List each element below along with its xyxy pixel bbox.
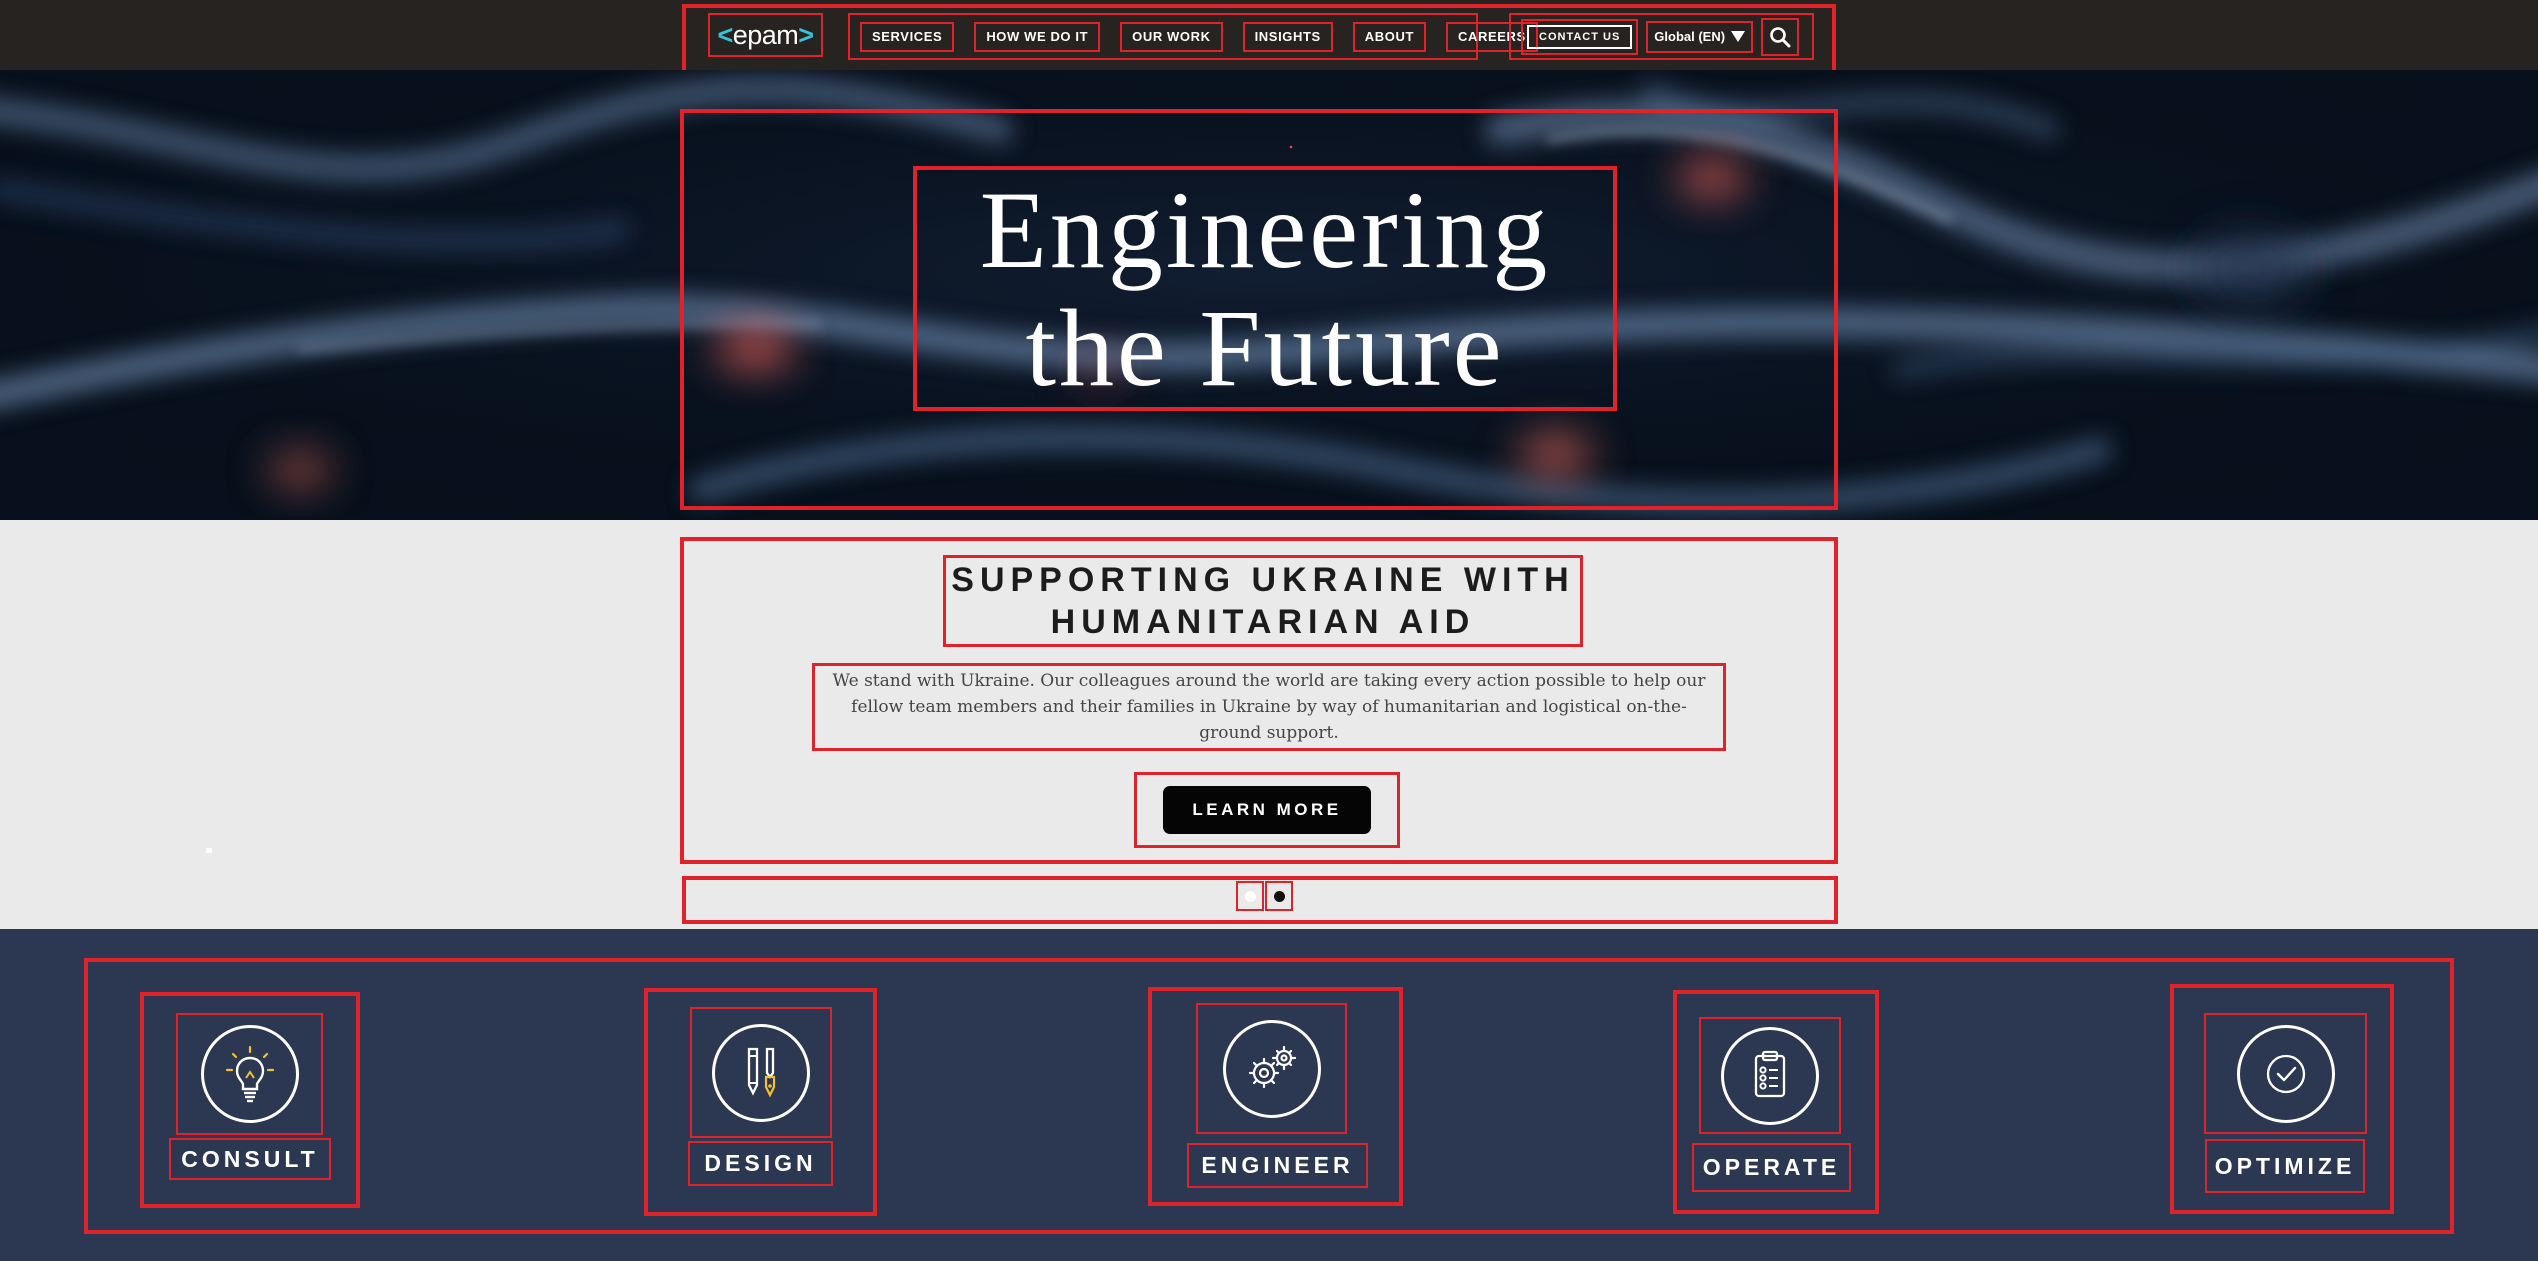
carousel-dot-2[interactable]: [1265, 881, 1293, 911]
ukraine-description: We stand with Ukraine. Our colleagues ar…: [812, 663, 1726, 751]
nav-about[interactable]: ABOUT: [1352, 21, 1427, 52]
stray-pixel-mark: [206, 848, 212, 853]
logo-left-bracket: <: [717, 19, 733, 50]
design-circle: [712, 1023, 810, 1122]
operate-icon-box: [1699, 1017, 1841, 1134]
nav-services[interactable]: SERVICES: [860, 21, 955, 52]
dot-inactive-icon: [1244, 890, 1256, 902]
carousel-dot-1[interactable]: [1236, 881, 1264, 911]
language-label: Global (EN): [1654, 29, 1726, 44]
contact-us-label: CONTACT US: [1527, 24, 1633, 49]
logo-right-bracket: >: [798, 19, 814, 50]
hero-title-box: Engineering the Future: [913, 166, 1617, 411]
pencil-pen-icon: [747, 1047, 776, 1097]
ukraine-heading-line-1: SUPPORTING UKRAINE WITH: [951, 561, 1575, 599]
main-nav: SERVICES HOW WE DO IT OUR WORK INSIGHTS …: [848, 13, 1538, 60]
hero-title-line-2: the Future: [1025, 286, 1505, 409]
header-utilities: CONTACT US Global (EN): [1509, 13, 1814, 60]
language-selector[interactable]: Global (EN): [1646, 20, 1754, 53]
search-button[interactable]: [1761, 17, 1800, 56]
gears-icon: [1248, 1045, 1296, 1088]
checkmark-icon: [2266, 1054, 2305, 1093]
nav-our-work[interactable]: OUR WORK: [1120, 21, 1223, 52]
consult-icon-box: [176, 1013, 323, 1135]
design-label: DESIGN: [688, 1141, 833, 1186]
dropdown-triangle-icon: [1731, 31, 1746, 42]
ukraine-heading-line-2: HUMANITARIAN AID: [1050, 603, 1476, 641]
engineer-circle: [1222, 1019, 1321, 1118]
operate-label: OPERATE: [1692, 1143, 1851, 1192]
clipboard-icon: [1754, 1050, 1786, 1097]
learn-more-frame: LEARN MORE: [1134, 772, 1400, 848]
ukraine-heading: SUPPORTING UKRAINE WITH HUMANITARIAN AID: [943, 555, 1583, 647]
lightbulb-icon: [225, 1045, 274, 1103]
engineer-icon-box: [1196, 1003, 1347, 1134]
dot-active-icon: [1273, 890, 1285, 902]
logo-text: epam: [732, 19, 799, 50]
nav-how-we-do-it[interactable]: HOW WE DO IT: [974, 21, 1101, 52]
hero-title: Engineering the Future: [980, 171, 1551, 407]
consult-label: CONSULT: [169, 1138, 331, 1180]
engineer-label: ENGINEER: [1187, 1143, 1368, 1188]
learn-more-button[interactable]: LEARN MORE: [1163, 786, 1371, 834]
nav-insights[interactable]: INSIGHTS: [1242, 21, 1333, 52]
search-icon: [1770, 26, 1791, 47]
ukraine-description-text: We stand with Ukraine. Our colleagues ar…: [832, 671, 1706, 743]
contact-us-button[interactable]: CONTACT US: [1521, 18, 1639, 55]
epam-logo[interactable]: < epam >: [708, 13, 823, 57]
optimize-label: OPTIMIZE: [2205, 1139, 2365, 1193]
hero-title-line-1: Engineering: [979, 168, 1551, 291]
design-icon-box: [690, 1007, 832, 1138]
optimize-circle: [2236, 1024, 2335, 1123]
operate-circle: [1721, 1026, 1819, 1125]
optimize-icon-box: [2204, 1013, 2367, 1134]
consult-circle: [200, 1025, 299, 1123]
